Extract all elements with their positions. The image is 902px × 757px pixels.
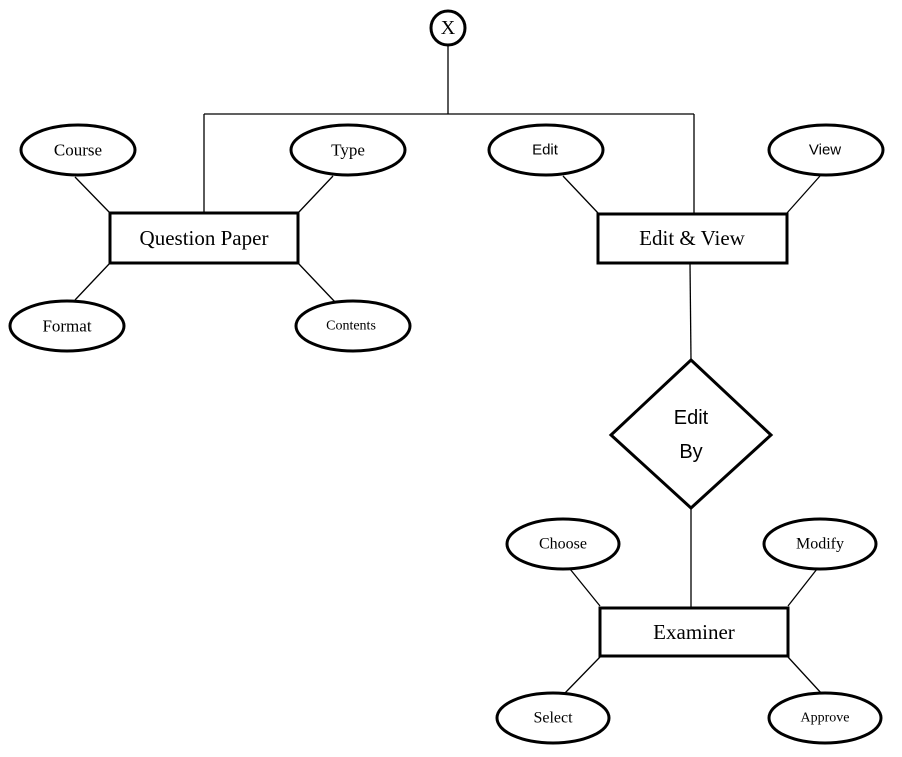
- attr-course-label: Course: [54, 141, 102, 160]
- attr-select-label: Select: [533, 710, 573, 727]
- link-view: [786, 175, 821, 214]
- link-format: [74, 262, 111, 301]
- link-contents: [297, 262, 336, 303]
- link-select: [564, 656, 601, 694]
- link-edit-view-relationship: [689, 262, 692, 361]
- relationship-label-line1: Edit: [674, 407, 709, 429]
- root-label: X: [441, 17, 456, 39]
- link-modify: [787, 568, 818, 607]
- link-approve: [787, 656, 823, 695]
- attr-choose-label: Choose: [539, 536, 587, 553]
- examiner-label: Examiner: [653, 620, 735, 644]
- relationship-label-line2: By: [679, 441, 702, 463]
- question-paper-label: Question Paper: [140, 226, 269, 250]
- attr-contents-label: Contents: [326, 319, 376, 334]
- relationship-edit-by: [608, 357, 774, 511]
- link-edit: [562, 175, 599, 214]
- edit-view-label: Edit & View: [639, 226, 746, 250]
- attr-format-label: Format: [42, 317, 91, 336]
- connectors: [74, 45, 823, 695]
- link-type: [297, 175, 334, 214]
- attr-edit-label: Edit: [532, 142, 559, 159]
- link-course: [74, 176, 111, 214]
- link-choose: [569, 568, 601, 607]
- attr-approve-label: Approve: [801, 711, 850, 726]
- diagram-canvas: X Question Paper Edit & View Examiner Ed…: [8, 9, 885, 745]
- er-diagram: X Question Paper Edit & View Examiner Ed…: [0, 0, 902, 757]
- attr-view-label: View: [809, 142, 841, 159]
- attr-modify-label: Modify: [796, 536, 844, 553]
- attr-type-label: Type: [331, 141, 365, 160]
